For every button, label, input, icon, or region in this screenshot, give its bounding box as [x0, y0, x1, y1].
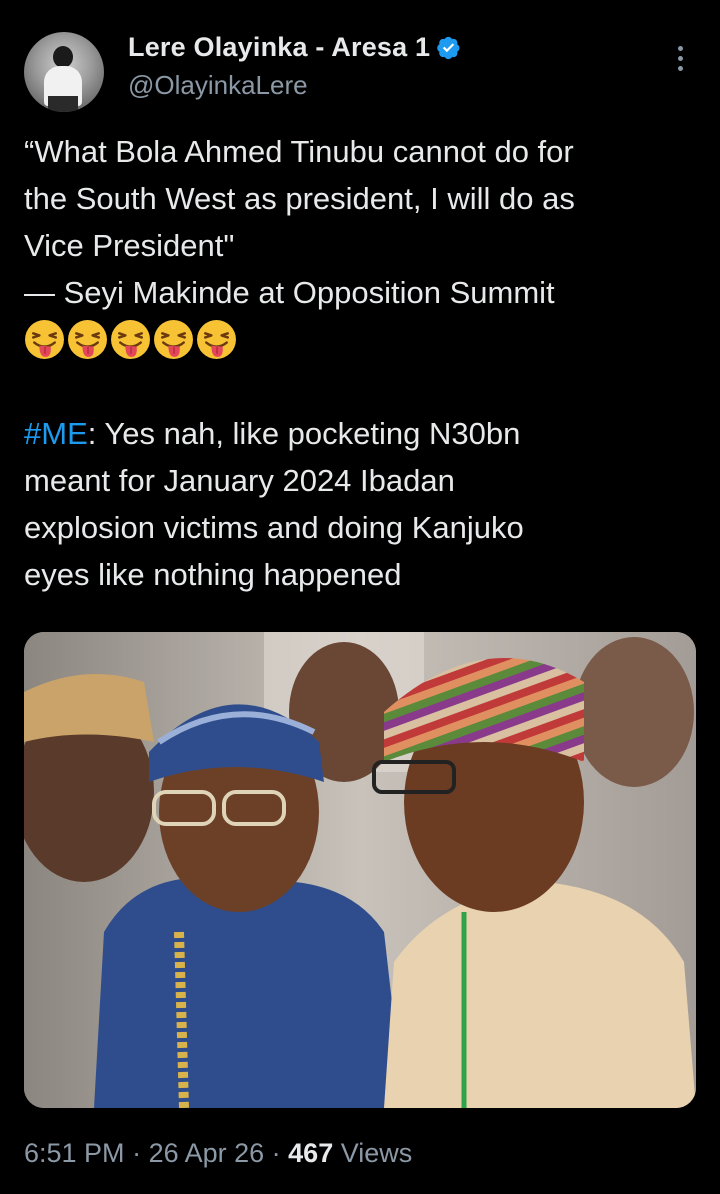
hashtag-link[interactable]: #ME: [24, 416, 88, 451]
tweet-line: eyes like nothing happened: [24, 557, 402, 592]
tweet-line: meant for January 2024 Ibadan: [24, 463, 455, 498]
winking-face-with-tongue-icon: [197, 320, 236, 359]
winking-face-with-tongue-icon: [111, 320, 150, 359]
winking-face-with-tongue-icon: [68, 320, 107, 359]
photo-illustration: [24, 632, 696, 1108]
views-label: Views: [333, 1138, 413, 1168]
tweet-photo[interactable]: [24, 632, 696, 1108]
tweet-line: Vice President": [24, 228, 235, 263]
tweet-reply-text: : Yes nah, like pocketing N30bn: [87, 416, 521, 451]
separator: ·: [124, 1138, 149, 1168]
avatar[interactable]: [24, 32, 104, 112]
tweet-time[interactable]: 6:51 PM: [24, 1138, 125, 1168]
tweet-line: #ME: Yes nah, like pocketing N30bn: [24, 410, 696, 457]
tweet-line: explosion victims and doing Kanjuko: [24, 510, 524, 545]
tweet-date[interactable]: 26 Apr 26: [149, 1138, 265, 1168]
author-name-row[interactable]: Lere Olayinka - Aresa 1: [128, 32, 461, 63]
views-count[interactable]: 467: [288, 1138, 333, 1168]
tweet-line: the South West as president, I will do a…: [24, 181, 575, 216]
winking-face-with-tongue-icon: [25, 320, 64, 359]
more-options-icon[interactable]: [674, 46, 686, 76]
author-name[interactable]: Lere Olayinka - Aresa 1: [128, 32, 430, 63]
tweet-line: — Seyi Makinde at Opposition Summit: [24, 275, 555, 310]
tweet-meta: 6:51 PM · 26 Apr 26 · 467 Views: [24, 1138, 412, 1169]
author-handle[interactable]: @OlayinkaLere: [128, 70, 308, 101]
emoji-row: [24, 316, 696, 363]
tweet-line: “What Bola Ahmed Tinubu cannot do for: [24, 134, 574, 169]
tweet-header: Lere Olayinka - Aresa 1 @OlayinkaLere: [24, 26, 696, 112]
tweet-text: “What Bola Ahmed Tinubu cannot do for th…: [24, 128, 696, 598]
verified-badge-icon: [437, 36, 460, 60]
winking-face-with-tongue-icon: [154, 320, 193, 359]
separator: ·: [264, 1138, 289, 1168]
